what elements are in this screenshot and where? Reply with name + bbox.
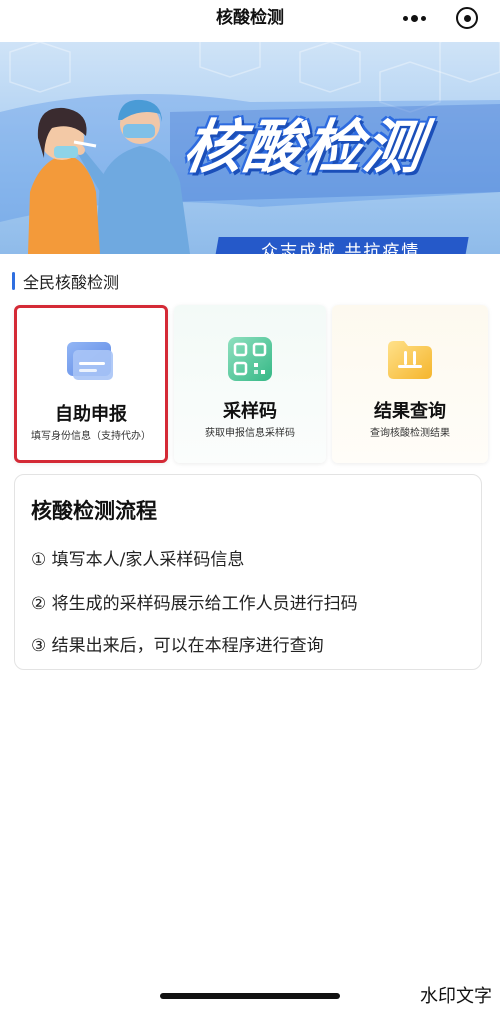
result-folder-icon <box>388 341 432 379</box>
sampling-code-title: 采样码 <box>223 401 277 422</box>
result-query-title: 结果查询 <box>374 401 446 422</box>
self-report-title: 自助申报 <box>55 404 127 425</box>
watermark-text: 水印文字 <box>418 982 494 1008</box>
section-accent-bar <box>12 272 15 290</box>
section-heading: 全民核酸检测 <box>12 270 119 292</box>
navigation-bar: 核酸检测 <box>0 0 500 42</box>
self-report-card[interactable]: 自助申报 填写身份信息（支持代办） <box>14 305 168 463</box>
function-cards: 自助申报 填写身份信息（支持代办） 采样码 获取申报信息采样码 结果查询 查询核… <box>14 305 488 465</box>
home-indicator[interactable] <box>160 993 340 999</box>
process-step-2: ② 将生成的采样码展示给工作人员进行扫码 <box>31 594 358 614</box>
banner-slogan: 众志成城 共抗疫情 <box>213 237 469 254</box>
result-query-subtitle: 查询核酸检测结果 <box>370 428 450 439</box>
banner: 核酸检测 众志成城 共抗疫情 <box>0 42 500 254</box>
self-report-subtitle: 填写身份信息（支持代办） <box>31 431 151 442</box>
form-report-icon <box>67 342 113 380</box>
close-target-icon[interactable] <box>456 7 478 29</box>
sampling-code-subtitle: 获取申报信息采样码 <box>205 428 295 439</box>
process-step-1: ① 填写本人/家人采样码信息 <box>31 550 245 570</box>
sampling-code-card[interactable]: 采样码 获取申报信息采样码 <box>174 305 326 463</box>
more-dots-icon[interactable] <box>394 4 434 32</box>
process-title: 核酸检测流程 <box>31 499 157 523</box>
mini-program-capsule <box>394 4 480 32</box>
qr-code-icon <box>228 337 272 381</box>
banner-title: 核酸检测 <box>179 113 430 181</box>
process-step-3: ③ 结果出来后，可以在本程序进行查询 <box>31 636 324 656</box>
section-heading-label: 全民核酸检测 <box>23 273 120 292</box>
process-panel: 核酸检测流程 ① 填写本人/家人采样码信息 ② 将生成的采样码展示给工作人员进行… <box>14 474 482 670</box>
result-query-card[interactable]: 结果查询 查询核酸检测结果 <box>332 305 488 463</box>
